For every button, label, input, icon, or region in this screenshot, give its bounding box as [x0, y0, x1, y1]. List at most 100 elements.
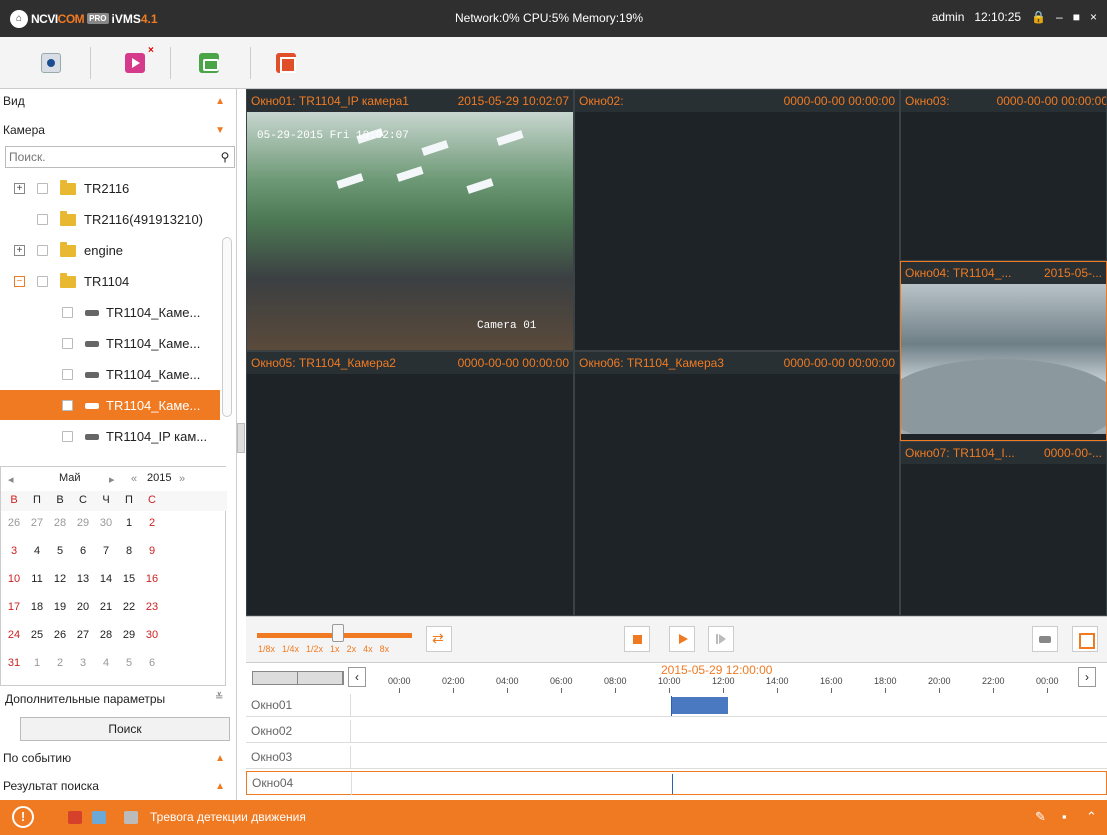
play-button[interactable]: [669, 626, 695, 652]
calendar-day[interactable]: 12: [49, 569, 71, 590]
calendar-day[interactable]: 4: [95, 653, 117, 674]
calendar-day[interactable]: 16: [141, 569, 163, 590]
calendar-day[interactable]: 4: [26, 541, 48, 562]
double-chevron-down-icon[interactable]: ≚: [215, 692, 223, 703]
timeline-prev-button[interactable]: ‹: [348, 667, 366, 687]
node-checkbox[interactable]: [62, 369, 73, 380]
tree-node-camera[interactable]: TR1104_IP кам...: [0, 421, 220, 451]
expand-icon[interactable]: +: [14, 245, 25, 256]
expand-icon[interactable]: +: [14, 183, 25, 194]
calendar-day[interactable]: 8: [118, 541, 140, 562]
motion-icon[interactable]: [124, 811, 138, 824]
calendar-day[interactable]: 30: [141, 625, 163, 646]
alarm-icon[interactable]: !: [12, 806, 34, 828]
window-icon[interactable]: ▪: [1062, 809, 1067, 824]
calendar-day[interactable]: 11: [26, 569, 48, 590]
log-search-button[interactable]: [276, 53, 296, 73]
calendar-day[interactable]: 27: [72, 625, 94, 646]
camera-section-header[interactable]: Камера ▼: [0, 118, 237, 142]
advanced-params-label[interactable]: Дополнительные параметры: [5, 692, 165, 706]
calendar-day[interactable]: 3: [3, 541, 25, 562]
speed-slider-thumb[interactable]: [332, 624, 344, 642]
calendar-day[interactable]: 6: [72, 541, 94, 562]
node-checkbox[interactable]: [37, 276, 48, 287]
calendar-day[interactable]: 6: [141, 653, 163, 674]
calendar-day[interactable]: 23: [141, 597, 163, 618]
timeline-zoom[interactable]: [252, 671, 344, 685]
calendar-day[interactable]: 26: [49, 625, 71, 646]
calendar-day[interactable]: 5: [118, 653, 140, 674]
next-month-icon[interactable]: ▸: [109, 473, 115, 486]
calendar-day[interactable]: 31: [3, 653, 25, 674]
close-tab-icon[interactable]: ×: [148, 45, 154, 56]
video-window-4[interactable]: Окно04: TR1104_... 2015-05-...: [900, 261, 1107, 441]
calendar-day[interactable]: 10: [3, 569, 25, 590]
calendar-day[interactable]: 20: [72, 597, 94, 618]
calendar-day[interactable]: 30: [95, 513, 117, 534]
results-section-header[interactable]: Результат поиска ▲: [0, 774, 237, 798]
video-window-3[interactable]: Окно03: 0000-00-00 00:00:00: [900, 89, 1107, 261]
live-view-button[interactable]: [41, 53, 61, 73]
node-checkbox[interactable]: [62, 400, 73, 411]
node-checkbox[interactable]: [37, 183, 48, 194]
calendar-day[interactable]: 5: [49, 541, 71, 562]
search-icon[interactable]: ⚲: [216, 150, 234, 164]
stop-button[interactable]: [624, 626, 650, 652]
calendar-day[interactable]: 29: [118, 625, 140, 646]
calendar-day[interactable]: 1: [26, 653, 48, 674]
view-section-header[interactable]: Вид ▲: [0, 89, 237, 113]
pin-icon[interactable]: ✎: [1035, 809, 1046, 825]
calendar-day[interactable]: 22: [118, 597, 140, 618]
calendar-day[interactable]: 27: [26, 513, 48, 534]
calendar-day[interactable]: 9: [141, 541, 163, 562]
calendar-day[interactable]: 14: [95, 569, 117, 590]
tree-node-camera[interactable]: TR1104_Каме...: [0, 328, 220, 358]
lock-icon[interactable]: 🔒: [1031, 10, 1046, 24]
collapse-icon[interactable]: −: [14, 276, 25, 287]
adjust-button[interactable]: [426, 626, 452, 652]
calendar-day[interactable]: 17: [3, 597, 25, 618]
calendar-day[interactable]: 3: [72, 653, 94, 674]
snapshot-button[interactable]: [1032, 626, 1058, 652]
timeline-next-button[interactable]: ›: [1078, 667, 1096, 687]
node-checkbox[interactable]: [62, 307, 73, 318]
tree-scrollbar[interactable]: [222, 237, 232, 417]
calendar-day[interactable]: 26: [3, 513, 25, 534]
user-name[interactable]: admin: [932, 10, 965, 24]
tree-node-camera[interactable]: TR1104_Каме...: [0, 359, 220, 389]
timeline-row-selected[interactable]: Окно04: [246, 771, 1107, 795]
next-year-icon[interactable]: »: [179, 473, 185, 485]
maximize-icon[interactable]: ■: [1073, 10, 1080, 24]
calendar-day[interactable]: 25: [26, 625, 48, 646]
minimize-icon[interactable]: –: [1056, 10, 1063, 24]
video-window-2[interactable]: Окно02: 0000-00-00 00:00:00: [574, 89, 900, 351]
recording-segment[interactable]: [671, 697, 728, 714]
calendar-day[interactable]: 2: [49, 653, 71, 674]
panel-collapse-handle[interactable]: [237, 423, 245, 453]
tree-node-group[interactable]: TR2116(491913210): [0, 204, 220, 234]
node-checkbox[interactable]: [37, 214, 48, 225]
calendar-day[interactable]: 29: [72, 513, 94, 534]
tree-node-camera[interactable]: TR1104_Каме...: [0, 297, 220, 327]
tree-node-group[interactable]: + TR2116: [0, 173, 220, 203]
search-button[interactable]: Поиск: [20, 717, 230, 741]
calendar-day[interactable]: 2: [141, 513, 163, 534]
expand-up-icon[interactable]: ⌃: [1086, 809, 1097, 825]
video-loss-icon[interactable]: [92, 811, 106, 824]
calendar-day[interactable]: 1: [118, 513, 140, 534]
device-management-button[interactable]: [199, 53, 219, 73]
calendar-day[interactable]: 24: [3, 625, 25, 646]
tree-node-group[interactable]: − TR1104: [0, 266, 220, 296]
calendar-day[interactable]: 15: [118, 569, 140, 590]
close-icon[interactable]: ×: [1090, 10, 1097, 24]
calendar-day[interactable]: 13: [72, 569, 94, 590]
node-checkbox[interactable]: [62, 431, 73, 442]
tree-node-group[interactable]: + engine: [0, 235, 220, 265]
timeline-row[interactable]: Окно02: [246, 720, 1107, 743]
calendar-day[interactable]: 7: [95, 541, 117, 562]
calendar-day[interactable]: 19: [49, 597, 71, 618]
prev-month-icon[interactable]: ◂: [8, 473, 14, 486]
calendar-day[interactable]: 18: [26, 597, 48, 618]
fullscreen-button[interactable]: [1072, 626, 1098, 652]
node-checkbox[interactable]: [62, 338, 73, 349]
